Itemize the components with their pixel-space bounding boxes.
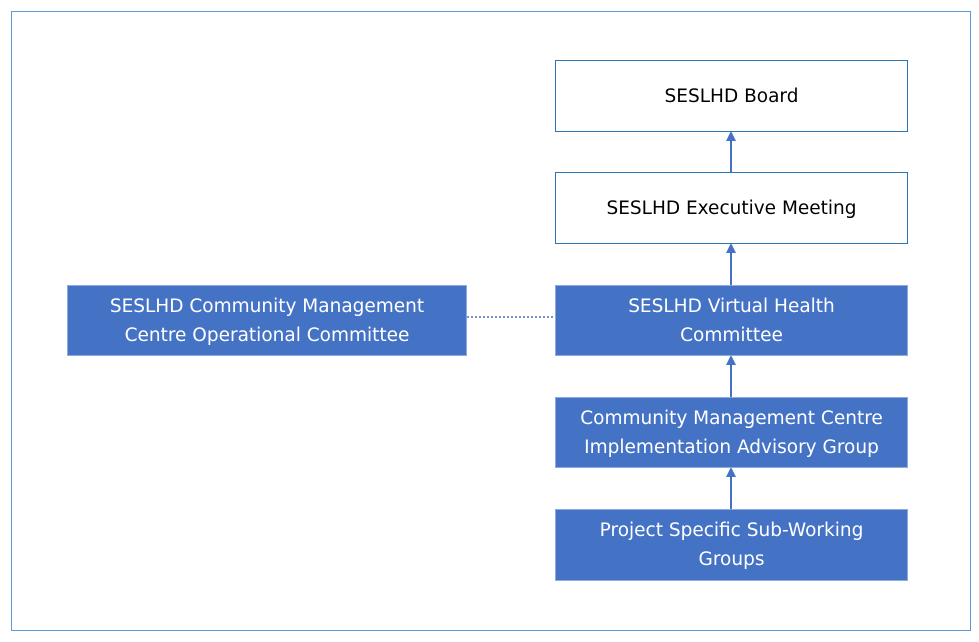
node-board-label: SESLHD Board: [664, 85, 799, 107]
node-virtual-health-committee: SESLHD Virtual Health Committee: [555, 285, 908, 356]
node-virtual-health-committee-label: SESLHD Virtual Health Committee: [628, 295, 835, 346]
node-sub-working-groups-label: Project Specific Sub-Working Groups: [599, 520, 864, 570]
node-sub-working-groups: Project Specific Sub-Working Groups: [555, 509, 908, 581]
node-executive-meeting-label: SESLHD Executive Meeting: [606, 197, 857, 219]
node-executive-meeting: SESLHD Executive Meeting: [555, 172, 908, 244]
node-operational-committee: SESLHD Community Management Centre Opera…: [67, 285, 467, 356]
node-advisory-group: Community Management Centre Implementati…: [555, 397, 908, 468]
node-advisory-group-label: Community Management Centre Implementati…: [580, 407, 883, 458]
node-board: SESLHD Board: [555, 60, 908, 132]
node-operational-committee-label: SESLHD Community Management Centre Opera…: [109, 295, 425, 346]
